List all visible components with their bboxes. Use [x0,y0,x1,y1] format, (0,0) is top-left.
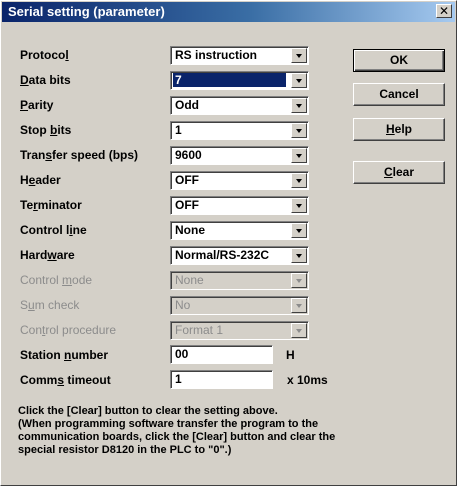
transfer-speed-label: Transfer speed (bps) [20,148,139,162]
ok-button[interactable]: OK [353,49,445,72]
chevron-down-icon[interactable] [291,73,307,88]
transfer-speed-select[interactable]: 9600 [170,146,309,165]
control-line-select[interactable]: None [170,221,309,240]
chevron-down-icon[interactable] [291,248,307,263]
terminator-value: OFF [175,198,199,212]
data-bits-select[interactable]: 7 [170,71,309,90]
header-label: Header [20,173,61,187]
parity-label: Parity [20,98,54,112]
info-text: Click the [Clear] button to clear the se… [18,405,448,457]
close-icon: ✕ [438,4,450,18]
serial-setting-dialog: Serial setting (parameter) ✕ Protocol RS… [0,0,457,486]
hardware-value: Normal/RS-232C [175,248,270,262]
info-line: Click the [Clear] button to clear the se… [18,405,278,417]
hardware-select[interactable]: Normal/RS-232C [170,246,309,265]
station-number-value: 00 [175,347,189,361]
comms-timeout-value: 1 [175,372,182,386]
sum-check-value: No [175,298,191,312]
cancel-button[interactable]: Cancel [353,83,445,106]
protocol-select[interactable]: RS instruction [170,46,309,65]
control-mode-value: None [175,273,204,287]
terminator-label: Terminator [20,198,82,212]
station-number-unit: H [286,348,295,362]
protocol-label: Protocol [20,48,69,62]
chevron-down-icon[interactable] [291,148,307,163]
data-bits-value: 7 [173,73,286,87]
dialog-title: Serial setting (parameter) [8,4,165,19]
chevron-down-icon [291,273,307,288]
comms-timeout-label: Comms timeout [20,373,111,387]
terminator-select[interactable]: OFF [170,196,309,215]
comms-timeout-unit: x 10ms [287,373,328,387]
control-procedure-label: Control procedure [20,323,117,337]
chevron-down-icon [291,323,307,338]
stop-bits-select[interactable]: 1 [170,121,309,140]
close-button[interactable]: ✕ [436,4,452,18]
control-line-label: Control line [20,223,87,237]
sum-check-select: No [170,296,309,315]
chevron-down-icon[interactable] [291,173,307,188]
stop-bits-value: 1 [175,123,182,137]
help-button[interactable]: Help [353,118,445,141]
title-bar: Serial setting (parameter) ✕ [2,2,455,22]
chevron-down-icon[interactable] [291,223,307,238]
header-value: OFF [175,173,199,187]
data-bits-label: Data bits [20,73,71,87]
info-line: communication boards, click the [Clear] … [18,431,336,443]
station-number-label: Station number [20,348,109,362]
station-number-input[interactable]: 00 [170,345,273,364]
header-select[interactable]: OFF [170,171,309,190]
chevron-down-icon[interactable] [291,198,307,213]
chevron-down-icon[interactable] [291,98,307,113]
clear-button[interactable]: Clear [353,161,445,184]
protocol-value: RS instruction [175,48,258,62]
parity-select[interactable]: Odd [170,96,309,115]
control-mode-select: None [170,271,309,290]
sum-check-label: Sum check [20,298,80,312]
comms-timeout-input[interactable]: 1 [170,370,273,389]
info-line: (When programming software transfer the … [18,418,319,430]
parity-value: Odd [175,98,199,112]
chevron-down-icon [291,298,307,313]
chevron-down-icon[interactable] [291,48,307,63]
info-line: special resistor D8120 in the PLC to "0"… [18,444,232,456]
hardware-label: Hardware [20,248,75,262]
chevron-down-icon[interactable] [291,123,307,138]
control-procedure-select: Format 1 [170,321,309,340]
control-procedure-value: Format 1 [175,323,224,337]
transfer-speed-value: 9600 [175,148,202,162]
control-line-value: None [175,223,205,237]
control-mode-label: Control mode [20,273,93,287]
stop-bits-label: Stop bits [20,123,72,137]
